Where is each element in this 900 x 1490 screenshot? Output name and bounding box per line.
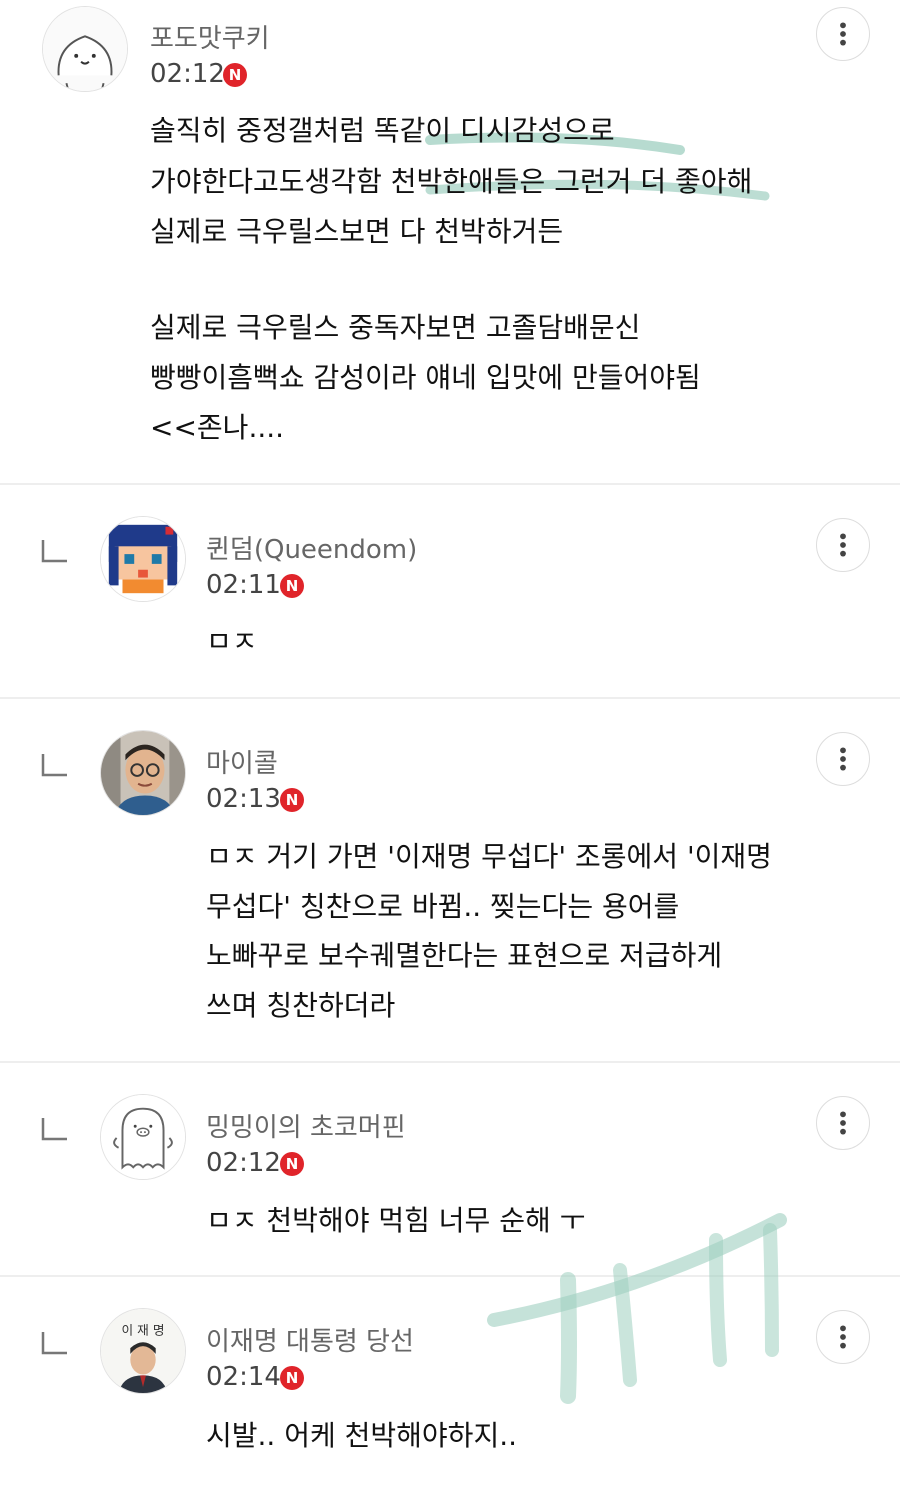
comment-author[interactable]: 밍밍이의 초코머핀 [206,1107,406,1144]
pixel-anime-girl-icon [101,517,185,601]
comment-text-line: 솔직히 중정갤처럼 똑같이 디시감성으로 [150,114,615,147]
ghost-pig-icon [101,1095,185,1179]
avatar[interactable] [100,1094,186,1180]
comment-author[interactable]: 이재명 대통령 당선 [206,1321,414,1358]
comment-text-line: ㅁㅈ 거기 가면 '이재명 무섭다' 조롱에서 '이재명 [206,840,772,873]
comment-text-line: 시발.. 어케 천박해야하지.. [206,1419,518,1452]
more-vertical-icon [840,533,846,557]
reply-item: 마이콜 02:13 N ㅁㅈ 거기 가면 '이재명 무섭다' 조롱에서 '이재명… [0,699,900,1061]
person-photo-icon [101,731,185,815]
comment-text-line: 쓰며 칭찬하더라 [206,989,396,1022]
avatar[interactable]: 이 재 명 [100,1308,186,1394]
comment-time: 02:14 [206,1362,281,1392]
more-vertical-icon [840,22,846,46]
comment-text-line: 실제로 극우릴스보면 다 천박하거든 [150,215,564,248]
more-options-button[interactable] [816,518,870,572]
new-badge: N [280,1366,304,1390]
more-options-button[interactable] [816,1096,870,1150]
avatar-caption: 이 재 명 [121,1322,164,1337]
comment-author[interactable]: 퀸덤(Queendom) [206,529,417,566]
reply-item: 퀸덤(Queendom) 02:11 N ㅁㅈ [0,485,900,697]
comment-text-line: 노빠꾸로 보수궤멸한다는 표현으로 저급하게 [206,939,723,972]
comment-text-line: ㅁㅈ [206,625,258,658]
cute-face-icon [43,7,127,91]
more-vertical-icon [840,1111,846,1135]
avatar[interactable] [42,6,128,92]
comment-time: 02:11 [206,570,281,600]
more-vertical-icon [840,747,846,771]
reply-item: 밍밍이의 초코머핀 02:12 N ㅁㅈ 천박해야 먹힘 너무 순해 ㅜ [0,1063,900,1275]
new-badge: N [280,574,304,598]
reply-arrow-icon [40,752,68,778]
more-vertical-icon [840,1325,846,1349]
reply-arrow-icon [40,538,68,564]
comment-text-line: <<존나.... [150,411,285,444]
comment-text-line: ㅁㅈ 천박해야 먹힘 너무 순해 ㅜ [206,1204,586,1237]
comment-text-line: 무섭다' 칭찬으로 바뀜.. 찢는다는 용어를 [206,890,680,923]
reply-arrow-icon [40,1330,68,1356]
comment-time: 02:13 [206,784,281,814]
new-badge: N [280,788,304,812]
more-options-button[interactable] [816,1310,870,1364]
more-options-button[interactable] [816,7,870,61]
new-badge: N [223,63,247,87]
comment-author[interactable]: 마이콜 [206,743,278,780]
comment-time: 02:12 [206,1148,281,1178]
new-badge: N [280,1152,304,1176]
avatar[interactable] [100,516,186,602]
avatar[interactable] [100,730,186,816]
comment-text-line: 빵빵이흠뻑쇼 감성이라 얘네 입맛에 만들어야됨 [150,361,701,394]
comment-item: 포도맛쿠키 02:12 N 솔직히 중정갤처럼 똑같이 디시감성으로 가야한다고… [0,0,900,484]
comment-time: 02:12 [150,59,225,89]
comment-author[interactable]: 포도맛쿠키 [150,18,270,55]
more-options-button[interactable] [816,732,870,786]
comment-text-line: 실제로 극우릴스 중독자보면 고졸담배문신 [150,311,641,344]
comment-text-line: 가야한다고도생각함 천박한애들은 그런거 더 좋아해 [150,165,753,198]
reply-arrow-icon [40,1116,68,1142]
politician-photo-icon: 이 재 명 [101,1309,185,1393]
reply-item: 이 재 명 이재명 대통령 당선 02:14 N 시발.. 어케 천박해야하지.… [0,1277,900,1490]
